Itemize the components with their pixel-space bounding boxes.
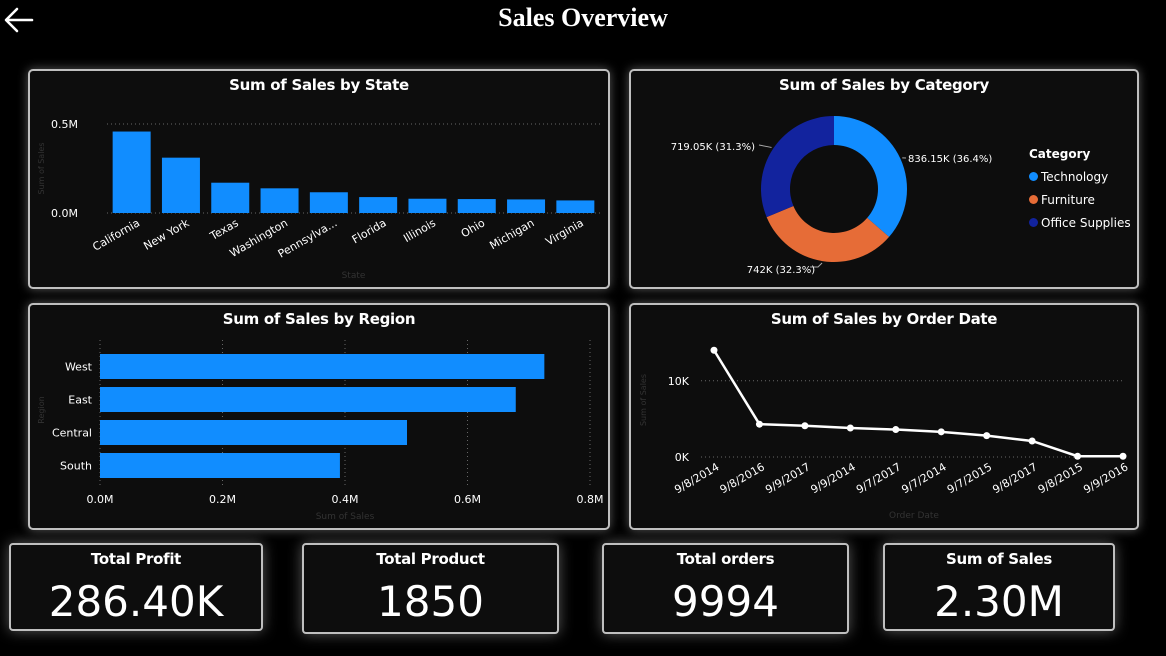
y-tick-label: East (68, 394, 92, 407)
category-legend: Category Technology Furniture Office Sup… (1029, 147, 1131, 234)
legend-label: Furniture (1041, 192, 1095, 207)
x-tick-label: 0.0M (87, 493, 114, 506)
page-title: Sales Overview (498, 3, 668, 32)
legend-title: Category (1029, 147, 1091, 161)
legend-item-office-supplies[interactable]: Office Supplies (1029, 211, 1131, 234)
x-tick-label: Ohio (459, 216, 488, 240)
bar (161, 157, 200, 213)
sales-by-state-chart: Sum of Sales by State 0.0M 0.5M Sum of Sal… (28, 69, 610, 289)
x-axis-label: Sum of Sales (316, 512, 375, 522)
bar (457, 199, 496, 213)
kpi-value: 9994 (672, 577, 779, 626)
bar (309, 192, 348, 213)
data-label-leader (758, 144, 772, 148)
bar (359, 197, 398, 213)
series-line (712, 349, 1123, 458)
x-tick-label: Texas (207, 216, 241, 243)
x-tick-label: 0.6M (454, 493, 481, 506)
x-tick-label: 9/9/2016 (1081, 460, 1130, 496)
data-label: 742K (32.3%) (747, 265, 815, 276)
sales-by-order-date-plot: 0K10KSum of SalesOrder Date9/8/20149/8/2… (639, 346, 1131, 521)
x-tick-label: Michigan (487, 216, 536, 252)
donut-slice (761, 116, 834, 218)
x-tick-label: Illinois (401, 216, 438, 245)
legend-dot (1029, 195, 1038, 204)
bar (507, 199, 546, 213)
x-tick-label: California (90, 216, 142, 253)
kpi-label: Sum of Sales (946, 550, 1052, 568)
x-axis-label: State (342, 271, 366, 281)
data-label: 836.15K (36.4%) (908, 154, 992, 165)
kpi-value: 1850 (377, 577, 484, 626)
legend-label: Technology (1041, 169, 1109, 184)
y-tick-label: West (65, 361, 93, 374)
bar (100, 420, 408, 445)
bar (260, 188, 299, 213)
sales-by-order-date-chart: Sum of Sales by Order Date 0K 10K Sum of S… (629, 303, 1139, 530)
kpi-card-total-product: Total Product 1850 (302, 543, 559, 634)
data-point (710, 346, 718, 354)
legend-dot (1029, 218, 1038, 227)
y-tick-label: South (60, 460, 92, 473)
data-point (755, 420, 763, 428)
data-point (1119, 452, 1127, 460)
x-tick-label: Florida (350, 216, 389, 246)
kpi-label: Total Product (376, 550, 485, 568)
y-axis-label: Region (37, 396, 46, 423)
x-tick-label: 9/8/2015 (1036, 460, 1085, 496)
kpi-value: 2.30M (934, 577, 1064, 626)
y-axis-label: Sum of Sales (639, 374, 648, 426)
y-tick-label: Central (52, 427, 92, 440)
bar (112, 131, 151, 213)
x-tick-label: 9/9/2014 (809, 460, 858, 496)
sales-by-category-chart: Sum of Sales by Category 836.15K (36.4%)… (629, 69, 1139, 289)
y-tick-label: 0.0M (51, 207, 78, 220)
bar (100, 453, 340, 478)
kpi-card-sum-of-sales: Sum of Sales 2.30M (883, 543, 1115, 631)
data-point (1074, 452, 1082, 460)
data-point (846, 424, 854, 432)
x-axis-label: Order Date (889, 511, 939, 521)
x-tick-label: New York (141, 216, 192, 253)
x-tick-label: Virginia (543, 216, 585, 248)
bar (100, 354, 545, 379)
x-tick-label: 9/8/2014 (672, 460, 721, 496)
sales-by-region-chart: Sum of Sales by Region 0.0M 0.2M 0.4M 0.6M 0… (28, 303, 610, 530)
data-point (801, 422, 809, 430)
kpi-card-total-orders: Total orders 9994 (602, 543, 849, 634)
x-tick-label: 9/7/2015 (945, 460, 994, 496)
bar (100, 387, 516, 412)
y-tick-label: 0K (675, 451, 690, 464)
x-tick-label: 9/8/2017 (990, 460, 1039, 496)
x-tick-label: 9/9/2017 (763, 460, 812, 496)
kpi-label: Total orders (676, 550, 775, 568)
data-point (937, 428, 945, 436)
bar (408, 198, 447, 213)
x-tick-label: 0.2M (209, 493, 236, 506)
donut-slice (834, 116, 907, 237)
x-tick-label: 9/7/2014 (899, 460, 948, 496)
sales-by-region-plot: 0.0M 0.2M 0.4M 0.6M 0.8M Sum of Sales Region We… (37, 340, 604, 522)
kpi-card-total-profit: Total Profit 286.40K (9, 543, 263, 631)
data-point (892, 426, 900, 434)
data-point (1028, 437, 1036, 445)
bar (211, 182, 250, 213)
y-tick-label: 0.5M (51, 118, 78, 131)
data-label: 719.05K (31.3%) (671, 142, 755, 153)
legend-item-technology[interactable]: Technology (1029, 165, 1131, 188)
legend-item-furniture[interactable]: Furniture (1029, 188, 1131, 211)
x-tick-label: 9/8/2016 (718, 460, 767, 496)
data-point (983, 432, 991, 440)
kpi-label: Total Profit (90, 550, 182, 568)
y-tick-label: 10K (668, 375, 690, 388)
y-axis-label: Sum of Sales (37, 142, 46, 194)
kpi-value: 286.40K (48, 577, 224, 626)
bar (556, 200, 595, 213)
x-tick-label: 0.4M (332, 493, 359, 506)
x-tick-label: 9/7/2017 (854, 460, 903, 496)
legend-label: Office Supplies (1041, 215, 1131, 230)
x-tick-label: 0.8M (577, 493, 604, 506)
sales-by-state-plot: 0.0M 0.5M Sum of Sales State California New Y… (37, 118, 600, 281)
legend-dot (1029, 172, 1038, 181)
